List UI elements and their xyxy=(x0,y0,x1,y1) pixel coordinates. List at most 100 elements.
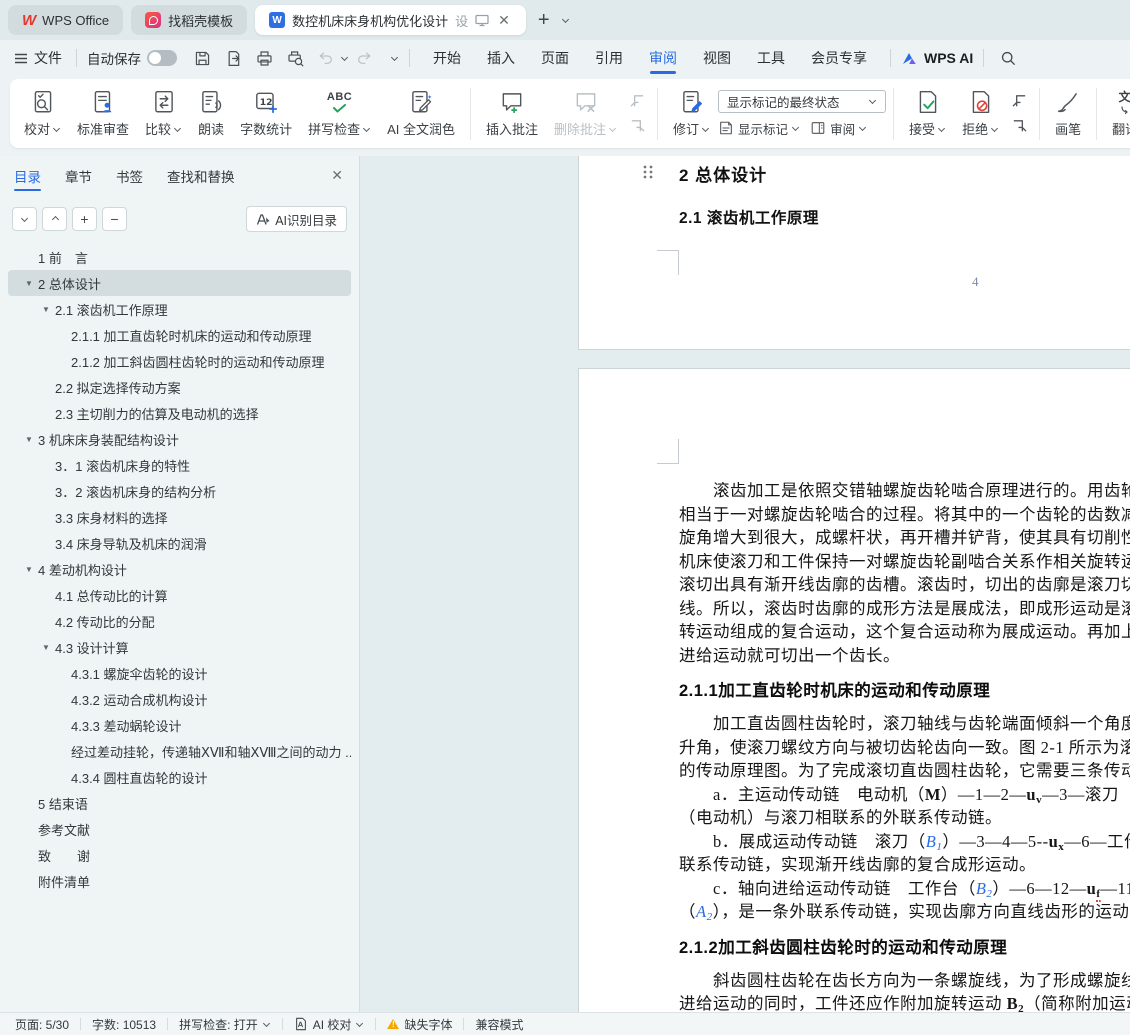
expand-arrow-icon[interactable]: ▼ xyxy=(42,305,55,314)
more-commands-chevron-icon[interactable] xyxy=(391,54,399,62)
outline-item[interactable]: ▼ 2 总体设计 xyxy=(8,270,351,296)
next-change-button[interactable] xyxy=(1011,118,1028,135)
divider xyxy=(167,1018,169,1030)
sidebar-tab-bookmarks[interactable]: 书签 xyxy=(116,156,143,196)
insert-comment-button[interactable]: 插入批注 xyxy=(478,85,546,142)
wps-ai-button[interactable]: WPS AI xyxy=(901,50,973,66)
ai-polish-button[interactable]: AI 全文润色 xyxy=(379,85,463,142)
export-button[interactable] xyxy=(218,49,249,68)
document-page-5[interactable]: 滚齿加工是依照交错轴螺旋齿轮啮合原理进行的。用齿轮滚 相当于一对螺旋齿轮啮合的过程… xyxy=(578,368,1130,1012)
menu-tools[interactable]: 工具 xyxy=(744,41,798,75)
outline-item[interactable]: 附件清单 xyxy=(8,868,351,894)
expand-arrow-icon[interactable]: ▼ xyxy=(42,643,55,652)
outline-item[interactable]: 2.1.2 加工斜齿圆柱齿轮时的运动和传动原理 xyxy=(8,348,351,374)
outline-item[interactable]: 4.3.2 运动合成机构设计 xyxy=(8,686,351,712)
outline-item[interactable]: 4.3.1 螺旋伞齿轮的设计 xyxy=(8,660,351,686)
spell-check-button[interactable]: ABC 拼写检查 xyxy=(300,85,379,142)
page-number: 4 xyxy=(972,274,979,289)
menu-membership[interactable]: 会员专享 xyxy=(798,41,880,75)
outline-item[interactable]: 4.2 传动比的分配 xyxy=(8,608,351,634)
outline-item[interactable]: ▼ 3 机床床身装配结构设计 xyxy=(8,426,351,452)
close-sidebar-icon[interactable]: ✕ xyxy=(331,168,343,182)
save-button[interactable] xyxy=(187,49,218,68)
tab-list-chevron-icon[interactable] xyxy=(562,16,570,24)
ai-proofread-status[interactable]: AI 校对 xyxy=(294,1016,365,1033)
show-markup-button[interactable]: 显示标记 xyxy=(718,119,800,138)
close-tab-icon[interactable]: ✕ xyxy=(496,13,512,27)
accept-button[interactable]: 接受 xyxy=(901,85,954,142)
outline-item[interactable]: 3．1 滚齿机床身的特性 xyxy=(8,452,351,478)
expand-arrow-icon[interactable]: ▼ xyxy=(25,435,38,444)
sidebar-tab-find-replace[interactable]: 查找和替换 xyxy=(167,156,235,196)
standard-review-label: 标准审查 xyxy=(77,122,130,137)
expand-all-button[interactable] xyxy=(12,207,37,231)
translate-button[interactable]: 文 A 翻译 xyxy=(1104,85,1130,142)
autosave-toggle[interactable] xyxy=(147,50,177,66)
outline-item[interactable]: 4.3.3 差动蜗轮设计 xyxy=(8,712,351,738)
outline-item[interactable]: 2.2 拟定选择传动方案 xyxy=(8,374,351,400)
menu-reference[interactable]: 引用 xyxy=(582,41,636,75)
expand-arrow-icon[interactable]: ▼ xyxy=(25,565,38,574)
zoom-in-outline-button[interactable]: + xyxy=(72,207,97,231)
missing-font-warning[interactable]: 缺失字体 xyxy=(387,1016,452,1033)
outline-item[interactable]: 2.1.1 加工直齿轮时机床的运动和传动原理 xyxy=(8,322,351,348)
file-menu-button[interactable]: 文件 xyxy=(10,48,66,68)
previous-change-button[interactable] xyxy=(1011,93,1028,110)
search-icon[interactable] xyxy=(994,50,1023,67)
review-pane-button[interactable]: 审阅 xyxy=(810,119,867,138)
menu-page[interactable]: 页面 xyxy=(528,41,582,75)
tab-wps-office[interactable]: W WPS Office xyxy=(8,5,124,35)
outline-item[interactable]: 4.3.4 圆柱直齿轮的设计 xyxy=(8,764,351,790)
doc-text-line: 相当于一对螺旋齿轮啮合的过程。将其中的一个齿轮的齿数减少 xyxy=(679,504,1130,524)
spell-check-status[interactable]: 拼写检查: 打开 xyxy=(179,1016,271,1033)
menu-view[interactable]: 视图 xyxy=(690,41,744,75)
outline-item[interactable]: 致 谢 xyxy=(8,842,351,868)
ai-recognize-toc-button[interactable]: AI识别目录 xyxy=(246,206,347,232)
outline-item[interactable]: 5 结束语 xyxy=(8,790,351,816)
outline-item-label: 4.2 传动比的分配 xyxy=(55,614,155,630)
word-count-button[interactable]: 12 字数统计 xyxy=(232,85,300,142)
reject-button[interactable]: 拒绝 xyxy=(954,85,1007,142)
print-button[interactable] xyxy=(249,49,280,68)
window-tab-bar: W WPS Office 找稻壳模板 W 数控机床床身机构优化设计 设 ✕ + xyxy=(0,0,1130,40)
print-preview-button[interactable] xyxy=(280,49,311,68)
standard-review-button[interactable]: 标准审查 xyxy=(69,85,137,142)
doc-text-line: 线。所以，滚齿时齿廓的成形方法是展成法，即成形运动是滚刀 xyxy=(679,598,1130,618)
outline-item[interactable]: 参考文献 xyxy=(8,816,351,842)
outline-item[interactable]: ▼ 2.1 滚齿机工作原理 xyxy=(8,296,351,322)
read-aloud-button[interactable]: 朗读 xyxy=(190,85,232,142)
collapse-all-button[interactable] xyxy=(42,207,67,231)
new-tab-button[interactable]: + xyxy=(534,10,554,30)
markup-state-dropdown[interactable]: 显示标记的最终状态 xyxy=(718,89,887,113)
file-menu-label: 文件 xyxy=(34,50,62,66)
drag-handle-icon[interactable] xyxy=(642,164,654,180)
menu-home[interactable]: 开始 xyxy=(420,41,474,75)
outline-item[interactable]: ▼ 4.3 设计计算 xyxy=(8,634,351,660)
track-changes-button[interactable]: 修订 xyxy=(665,85,718,142)
doc-text-line: b．展成运动传动链 滚刀（B1）—3—4—5--ux—6—工作 xyxy=(679,831,1130,853)
expand-arrow-icon[interactable]: ▼ xyxy=(25,279,38,288)
sidebar-tab-contents[interactable]: 目录 xyxy=(14,156,41,196)
zoom-out-outline-button[interactable]: − xyxy=(102,207,127,231)
outline-item[interactable]: ▼ 4 差动机构设计 xyxy=(8,556,351,582)
outline-item[interactable]: 2.3 主切削力的估算及电动机的选择 xyxy=(8,400,351,426)
sidebar-tab-chapters[interactable]: 章节 xyxy=(65,156,92,196)
compare-button[interactable]: 比较 xyxy=(137,85,190,142)
present-screen-icon[interactable] xyxy=(475,14,489,27)
outline-item[interactable]: 1 前 言 xyxy=(8,244,351,270)
outline-item-label: 4.1 总传动比的计算 xyxy=(55,588,168,604)
tab-document-active[interactable]: W 数控机床床身机构优化设计 设 ✕ xyxy=(255,5,526,35)
outline-item[interactable]: 3.4 床身导轨及机床的润滑 xyxy=(8,530,351,556)
compatibility-mode-badge[interactable]: 兼容模式 xyxy=(475,1016,523,1033)
outline-item[interactable]: 3.3 床身材料的选择 xyxy=(8,504,351,530)
outline-tree: 1 前 言 ▼ 2 总体设计 ▼ 2.1 滚齿机工作原理 2.1.1 加工直齿轮时机床的运… xyxy=(0,244,359,1012)
document-page-4[interactable]: 2 总体设计 2.1 滚齿机工作原理 4 xyxy=(578,156,1130,350)
menu-review[interactable]: 审阅 xyxy=(636,41,690,75)
outline-item[interactable]: 经过差动挂轮，传递轴ⅩⅦ和轴ⅩⅧ之间的动力 ... xyxy=(8,738,351,764)
menu-insert[interactable]: 插入 xyxy=(474,41,528,75)
proofread-button[interactable]: 校对 xyxy=(16,85,69,142)
brush-button[interactable]: 画笔 xyxy=(1047,85,1089,142)
outline-item[interactable]: 3．2 滚齿机床身的结构分析 xyxy=(8,478,351,504)
outline-item[interactable]: 4.1 总传动比的计算 xyxy=(8,582,351,608)
tab-docer-template[interactable]: 找稻壳模板 xyxy=(131,5,248,35)
